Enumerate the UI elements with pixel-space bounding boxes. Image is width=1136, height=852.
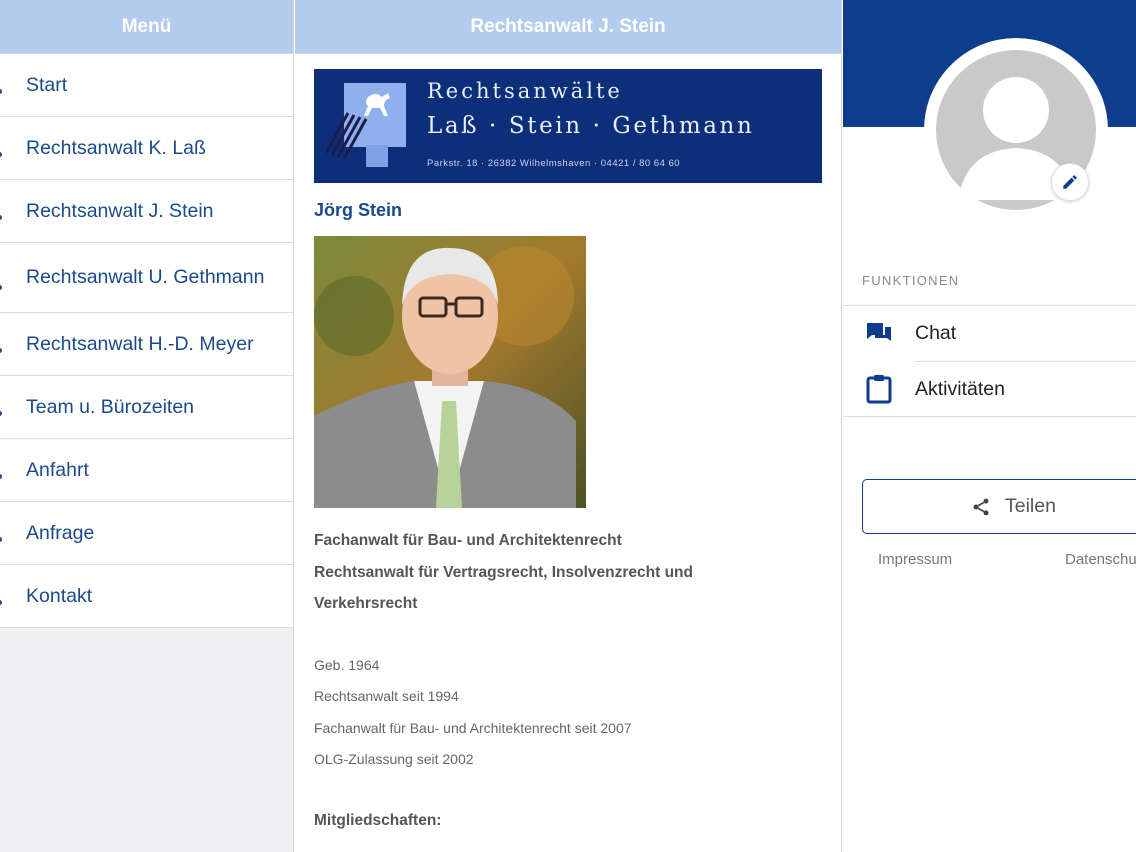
edit-avatar-button[interactable] (1051, 163, 1089, 201)
menu-item-anfrage[interactable]: Anfrage (0, 502, 293, 565)
chat-icon (865, 320, 893, 348)
fact-item: Geb. 1964 (314, 656, 380, 673)
impressum-link[interactable]: Impressum (878, 551, 952, 568)
menu-item-lass[interactable]: Rechtsanwalt K. Laß (0, 117, 293, 180)
menu-item-gethmann[interactable]: Rechtsanwalt U. Gethmann (0, 243, 293, 313)
menu-item-team[interactable]: Team u. Bürozeiten (0, 376, 293, 439)
clipboard-icon (865, 375, 893, 404)
functions-list: Chat Aktivitäten (843, 305, 1136, 417)
function-chat[interactable]: Chat (843, 306, 1136, 361)
pencil-icon (1063, 175, 1077, 189)
share-icon (973, 498, 989, 515)
page-title: Rechtsanwalt J. Stein (295, 0, 841, 54)
function-chat-label: Chat (915, 322, 957, 344)
function-activities-label: Aktivitäten (915, 377, 1005, 400)
menu-panel: Menü Start Rechtsanwalt K. Laß Rechtsanw… (0, 0, 294, 852)
profile-panel: FUNKTIONEN Chat Aktivitäten Teilen Impre… (843, 0, 1136, 852)
fact-item: Fachanwalt für Bau- und Architektenrecht… (314, 719, 632, 736)
firm-logo-icon (326, 83, 406, 167)
function-activities[interactable]: Aktivitäten (866, 361, 1136, 416)
fact-item: OLG-Zulassung seit 2002 (314, 751, 474, 767)
portrait-photo (314, 236, 586, 508)
content-body: Rechtsanwälte Laß · Stein · Gethmann Par… (295, 54, 841, 830)
menu-item-stein[interactable]: Rechtsanwalt J. Stein (0, 180, 293, 243)
facts-list: Geb. 1964 Rechtsanwalt seit 1994 Fachanw… (314, 650, 822, 776)
functions-label: FUNKTIONEN (862, 273, 960, 288)
banner-names: Laß · Stein · Gethmann (427, 113, 755, 139)
content-panel: Rechtsanwalt J. Stein Rechtsanwälte Laß … (295, 0, 842, 852)
firm-banner: Rechtsanwälte Laß · Stein · Gethmann Par… (314, 69, 822, 183)
banner-title: Rechtsanwälte (427, 79, 623, 103)
person-name: Jörg Stein (314, 200, 403, 220)
menu-title: Menü (0, 0, 293, 54)
fact-item: Rechtsanwalt seit 1994 (314, 688, 459, 704)
banner-address: Parkstr. 18 · 26382 Wilhelmshaven · 0442… (427, 158, 681, 169)
specialty-line: Verkehrsrecht (314, 595, 418, 612)
share-button[interactable]: Teilen (862, 479, 1136, 534)
datenschutz-link[interactable]: Datenschu (1065, 551, 1136, 568)
memberships-title: Mitgliedschaften: (314, 811, 442, 829)
menu-item-start[interactable]: Start (0, 54, 293, 117)
menu-item-kontakt[interactable]: Kontakt (0, 565, 293, 628)
menu-list: Start Rechtsanwalt K. Laß Rechtsanwalt J… (0, 54, 293, 628)
menu-item-anfahrt[interactable]: Anfahrt (0, 439, 293, 502)
specialty-text: Fachanwalt für Bau- und Architektenrecht… (314, 525, 822, 620)
share-label: Teilen (1005, 495, 1056, 517)
specialty-line: Fachanwalt für Bau- und Architektenrecht (314, 532, 622, 549)
specialty-line: Rechtsanwalt für Vertragsrecht, Insolven… (314, 563, 693, 581)
menu-item-meyer[interactable]: Rechtsanwalt H.-D. Meyer (0, 313, 293, 376)
